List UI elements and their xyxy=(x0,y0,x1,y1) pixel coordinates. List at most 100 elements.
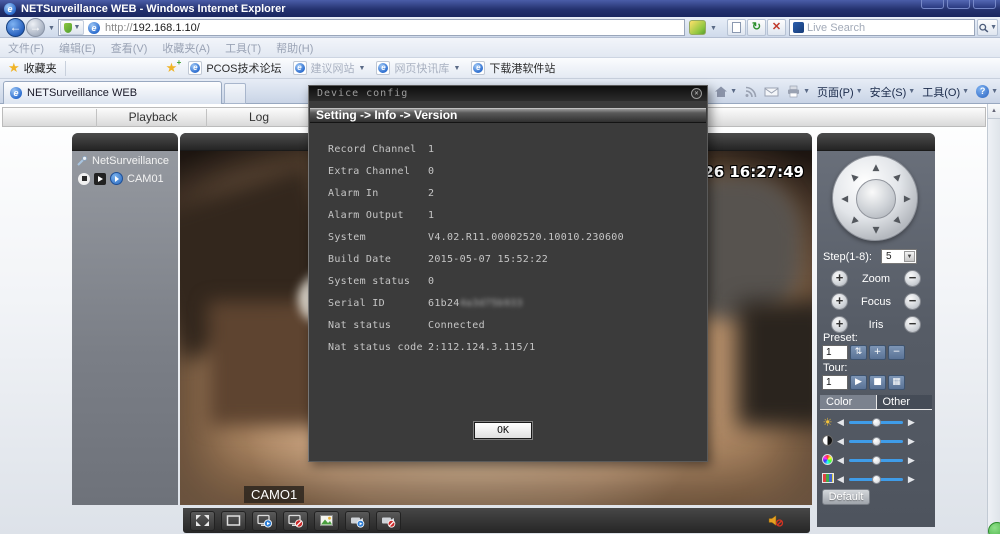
ptz-down-button[interactable]: ▲ xyxy=(871,225,881,235)
feeds-button[interactable] xyxy=(744,85,757,98)
single-window-button[interactable] xyxy=(221,511,246,531)
favorite-item[interactable]: e PCOS技术论坛 xyxy=(188,60,281,76)
security-shield-icon[interactable]: ▼ xyxy=(60,20,84,35)
stop-stream-icon[interactable] xyxy=(78,173,90,185)
slider-left-button[interactable]: ◀ xyxy=(837,456,844,466)
refresh-button[interactable]: ↻ xyxy=(747,19,766,36)
brightness-slider[interactable] xyxy=(849,421,903,424)
ptz-downright-button[interactable]: ▲ xyxy=(891,214,905,228)
ptz-downleft-button[interactable]: ▲ xyxy=(847,214,861,228)
menu-help[interactable]: 帮助(H) xyxy=(276,40,313,56)
ptz-left-button[interactable]: ▲ xyxy=(840,194,850,204)
minimize-button[interactable] xyxy=(921,0,944,9)
slider-thumb[interactable] xyxy=(872,475,881,484)
ptz-upright-button[interactable]: ▲ xyxy=(891,170,905,184)
page-menu-button[interactable]: 页面(P)▼ xyxy=(817,84,863,100)
address-dropdown-icon[interactable]: ▼ xyxy=(710,25,717,32)
slider-thumb[interactable] xyxy=(872,456,881,465)
slider-thumb[interactable] xyxy=(872,437,881,446)
open-all-button[interactable] xyxy=(252,511,277,531)
address-field[interactable]: ▼ e http://192.168.1.10/ xyxy=(58,19,685,36)
favorites-button[interactable]: 收藏夹 xyxy=(24,60,57,76)
iris-close-button[interactable]: − xyxy=(904,316,921,333)
browser-tab[interactable]: e NETSurveillance WEB xyxy=(3,81,222,104)
close-all-button[interactable] xyxy=(283,511,308,531)
slider-left-button[interactable]: ◀ xyxy=(837,437,844,447)
menu-favorites[interactable]: 收藏夹(A) xyxy=(162,40,210,56)
dialog-close-button[interactable]: ✕ xyxy=(691,88,702,99)
tools-menu-button[interactable]: 工具(O)▼ xyxy=(922,84,969,100)
tree-root-row[interactable]: NetSurveillance xyxy=(72,151,178,167)
ptz-right-button[interactable]: ▲ xyxy=(902,194,912,204)
favorite-item[interactable]: e 网页快讯库 ▼ xyxy=(376,60,460,76)
favorite-item[interactable]: e 下载港软件站 xyxy=(471,60,555,76)
tour-input[interactable]: 1 xyxy=(822,375,848,390)
slider-left-button[interactable]: ◀ xyxy=(837,418,844,428)
snapshot-button[interactable] xyxy=(314,511,339,531)
maximize-button[interactable] xyxy=(947,0,970,9)
slider-left-button[interactable]: ◀ xyxy=(837,475,844,485)
focus-in-button[interactable]: + xyxy=(831,293,848,310)
mute-button[interactable] xyxy=(763,511,788,531)
ptz-upleft-button[interactable]: ▲ xyxy=(847,170,861,184)
ptz-up-button[interactable]: ▲ xyxy=(871,163,881,173)
dialog-titlebar[interactable]: Device config xyxy=(309,86,707,101)
iris-open-button[interactable]: + xyxy=(831,316,848,333)
tour-start-button[interactable]: ▶ xyxy=(850,375,867,390)
preset-goto-button[interactable]: ⇅ xyxy=(850,345,867,360)
slider-right-button[interactable]: ▶ xyxy=(908,456,915,466)
slider-right-button[interactable]: ▶ xyxy=(908,437,915,447)
menu-view[interactable]: 查看(V) xyxy=(111,40,148,56)
safety-menu-button[interactable]: 安全(S)▼ xyxy=(870,84,916,100)
tab-log[interactable]: Log xyxy=(208,108,310,128)
compatibility-view-icon[interactable] xyxy=(689,20,706,35)
menu-edit[interactable]: 编辑(E) xyxy=(59,40,96,56)
back-button[interactable]: ← xyxy=(6,18,25,37)
add-favorite-button[interactable]: ★+ xyxy=(166,60,178,76)
stop-button[interactable]: ✕ xyxy=(767,19,786,36)
tour-stop-button[interactable]: ■ xyxy=(869,375,886,390)
ptz-center-knob[interactable] xyxy=(856,179,896,219)
preset-input[interactable]: 1 xyxy=(822,345,848,360)
home-button[interactable]: ▼ xyxy=(714,85,737,98)
mail-button[interactable] xyxy=(764,85,779,98)
default-button[interactable]: Default xyxy=(822,489,870,505)
help-button[interactable]: ?▼ xyxy=(976,85,998,98)
hue-slider[interactable] xyxy=(849,478,903,481)
step-select[interactable]: 5 ▼ xyxy=(881,249,917,264)
forward-button[interactable]: → xyxy=(26,18,45,37)
menu-tools[interactable]: 工具(T) xyxy=(225,40,261,56)
zoom-out-button[interactable]: − xyxy=(904,270,921,287)
scroll-up-arrow[interactable]: ▲ xyxy=(988,104,1000,119)
focus-out-button[interactable]: − xyxy=(904,293,921,310)
zoom-in-button[interactable]: + xyxy=(831,270,848,287)
favorite-item[interactable]: e 建议网站 ▼ xyxy=(293,60,366,76)
record-button[interactable] xyxy=(345,511,370,531)
history-dropdown-icon[interactable]: ▼ xyxy=(48,25,55,32)
tab-other[interactable]: Other xyxy=(877,395,933,409)
search-button[interactable]: ▼ xyxy=(977,19,998,36)
tour-list-button[interactable]: ▦ xyxy=(888,375,905,390)
preset-add-button[interactable]: + xyxy=(869,345,886,360)
stop-record-button[interactable] xyxy=(376,511,401,531)
new-tab-button[interactable] xyxy=(224,83,246,104)
menu-file[interactable]: 文件(F) xyxy=(8,40,44,56)
preset-del-button[interactable]: − xyxy=(888,345,905,360)
print-button[interactable]: ▼ xyxy=(786,85,810,98)
tab-playback[interactable]: Playback xyxy=(98,108,208,128)
slider-right-button[interactable]: ▶ xyxy=(908,418,915,428)
ok-button[interactable]: OK xyxy=(474,422,532,439)
page-scrollbar[interactable]: ▲ xyxy=(987,104,1000,534)
page-button[interactable] xyxy=(727,19,746,36)
search-input[interactable] xyxy=(807,22,957,34)
slider-right-button[interactable]: ▶ xyxy=(908,475,915,485)
tab-color[interactable]: Color xyxy=(820,395,877,409)
close-window-button[interactable] xyxy=(973,0,996,9)
channel-play-icon[interactable] xyxy=(110,172,123,185)
saturation-slider[interactable] xyxy=(849,459,903,462)
fullscreen-button[interactable] xyxy=(190,511,215,531)
play-stream-icon[interactable] xyxy=(94,173,106,185)
tree-channel-row[interactable]: CAM01 xyxy=(72,167,178,185)
slider-thumb[interactable] xyxy=(872,418,881,427)
contrast-slider[interactable] xyxy=(849,440,903,443)
